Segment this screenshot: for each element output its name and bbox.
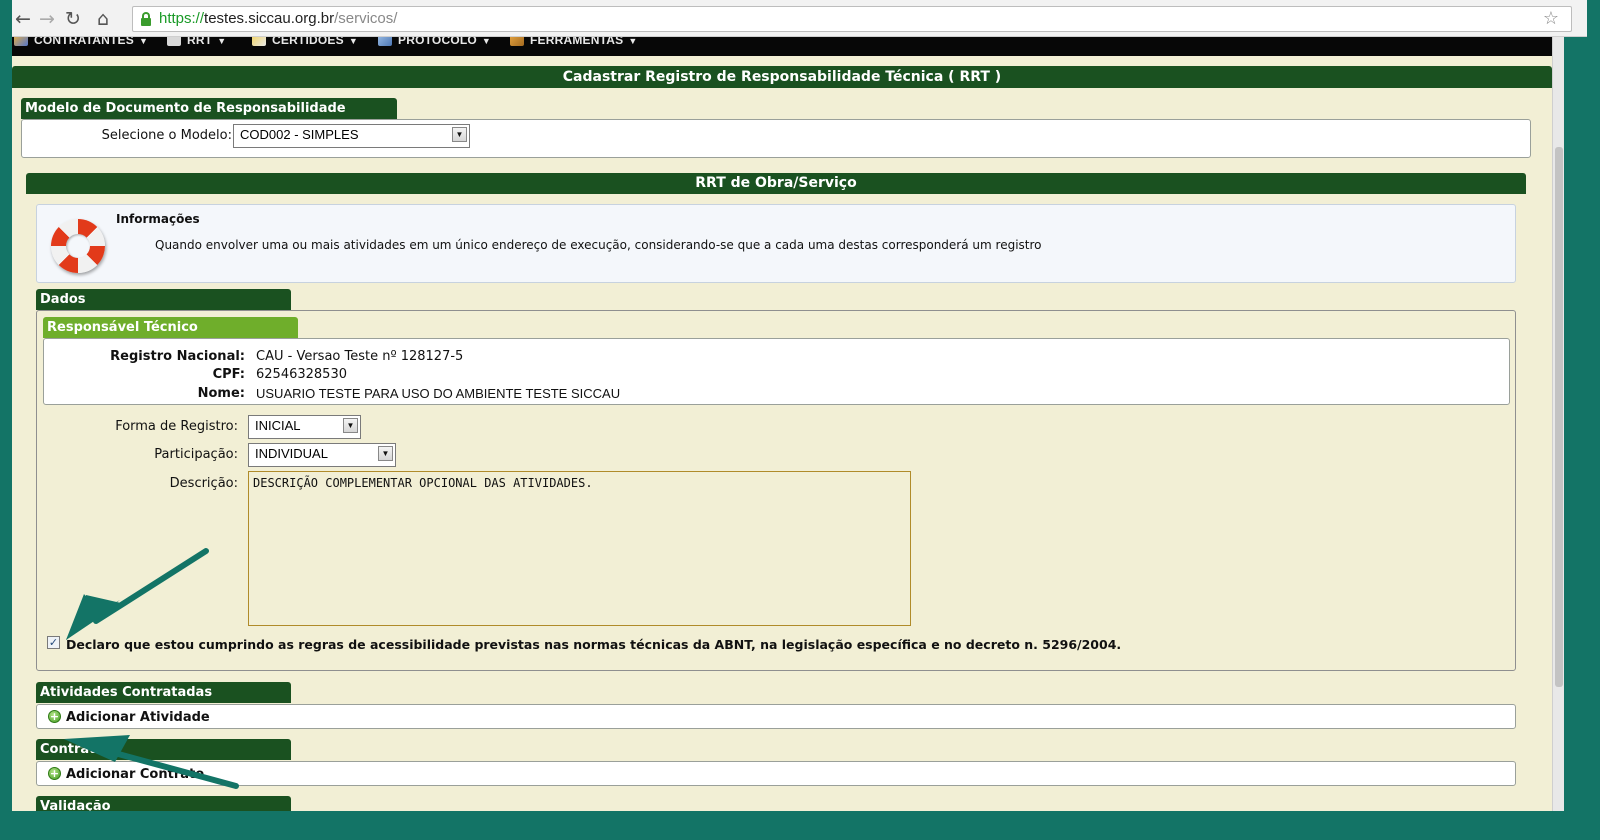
annotation-arrows — [64, 548, 239, 789]
annotation-arrow-checkbox — [66, 548, 209, 640]
annotation-arrow-add — [64, 735, 239, 789]
